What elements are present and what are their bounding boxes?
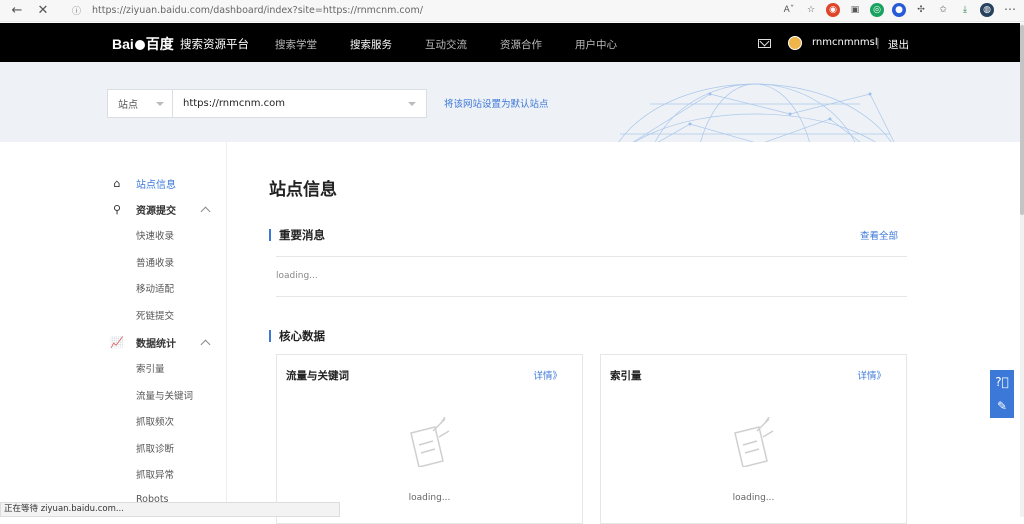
info-icon[interactable]: ⓘ	[72, 4, 86, 17]
sidebar-group-submit[interactable]: ⚲ 资源提交	[108, 202, 176, 217]
chevron-up-icon[interactable]	[200, 206, 211, 217]
extension-weibo-icon[interactable]: ◉	[826, 3, 840, 17]
card-index-volume: 索引量 详情》 loading...	[600, 354, 907, 524]
help-question-icon[interactable]: ?⃝	[990, 370, 1014, 394]
sidebar-item-crawl-frequency[interactable]: 抓取频次	[136, 414, 174, 428]
feedback-edit-icon[interactable]: ✎	[990, 394, 1014, 418]
logout-link[interactable]: 退出	[888, 37, 909, 52]
sidebar-item-index-volume[interactable]: 索引量	[136, 361, 165, 375]
sidebar-item-dead-link[interactable]: 死链提交	[136, 308, 174, 322]
nav-item-2[interactable]: 互动交流	[425, 37, 467, 52]
nav-item-0[interactable]: 搜索学堂	[275, 37, 317, 52]
divider	[276, 296, 907, 297]
globe-decoration	[618, 83, 895, 142]
details-link[interactable]: 详情》	[857, 368, 886, 382]
extension-green-icon[interactable]: ◎	[870, 3, 884, 17]
home-icon: ⌂	[113, 177, 121, 190]
stop-loading-icon[interactable]: ✕	[32, 2, 54, 20]
site-selector-strip: 站点 https://rnmcnm.com 将该网站设置为默认站点	[0, 62, 1020, 142]
sidebar-group-stats[interactable]: 📈 数据统计	[108, 335, 176, 350]
read-aloud-icon[interactable]: Aˇ	[782, 3, 796, 17]
profile-avatar-icon[interactable]: ◍	[980, 3, 994, 17]
sidebar-item-site-info[interactable]: ⌂ 站点信息	[108, 176, 177, 191]
view-all-link[interactable]: 查看全部	[860, 228, 898, 242]
details-link[interactable]: 详情》	[533, 368, 562, 382]
page-scrollbar[interactable]	[1020, 23, 1024, 517]
site-type-dropdown[interactable]: 站点	[108, 90, 173, 117]
floating-tools: ?⃝ ✎	[990, 370, 1014, 418]
card-traffic-keywords: 流量与关键词 详情》 loading...	[276, 354, 583, 524]
favorite-star-icon[interactable]: ☆	[804, 3, 818, 17]
empty-document-icon	[734, 417, 774, 467]
extension-blue-icon[interactable]: ●	[892, 3, 906, 17]
sidebar-item-normal-index[interactable]: 普通收录	[136, 255, 174, 269]
divider	[276, 256, 907, 257]
extension-copy-icon[interactable]: ▣	[848, 3, 862, 17]
back-icon[interactable]: ←	[6, 2, 28, 20]
nav-item-4[interactable]: 用户中心	[575, 37, 617, 52]
sidebar-item-mobile-adapt[interactable]: 移动适配	[136, 281, 174, 295]
mail-icon[interactable]	[758, 39, 771, 48]
chevron-up-icon[interactable]	[200, 339, 211, 350]
empty-document-icon	[410, 417, 450, 467]
section-important-news: 重要消息	[269, 227, 325, 243]
site-select[interactable]: 站点 https://rnmcnm.com	[107, 89, 427, 118]
top-navigation: Bai 百度 搜索资源平台 搜索学堂 搜索服务 互动交流 资源合作 用户中心 rnmcnm…	[0, 23, 1020, 62]
nav-separator: |	[876, 36, 880, 49]
download-icon[interactable]: ⤓	[958, 3, 972, 17]
nav-menu: 搜索学堂 搜索服务 互动交流 资源合作 用户中心	[275, 37, 650, 52]
card-loading: loading...	[732, 493, 775, 503]
news-loading: loading...	[276, 271, 318, 281]
sidebar-item-crawl-diagnosis[interactable]: 抓取诊断	[136, 441, 174, 455]
paperclip-icon: ⚲	[112, 203, 122, 216]
sidebar: ⌂ 站点信息 ⚲ 资源提交 快速收录 普通收录 移动适配 死链提交 📈 数据统计…	[0, 142, 227, 517]
browser-status-bar: 正在等待 ziyuan.baidu.com...	[0, 502, 340, 517]
more-menu-icon[interactable]: ⋯	[1004, 2, 1016, 16]
username[interactable]: rnmcnmnmsl	[812, 37, 878, 48]
site-url-dropdown[interactable]: https://rnmcnm.com	[173, 90, 426, 117]
sidebar-group-label: 数据统计	[136, 339, 176, 350]
address-bar[interactable]: ⓘ https://ziyuan.baidu.com/dashboard/ind…	[72, 1, 792, 19]
extensions-row: Aˇ ☆ ◉ ▣ ◎ ● ✣ ✩ ⤓ ◍	[782, 0, 994, 20]
sidebar-item-crawl-errors[interactable]: 抓取异常	[136, 467, 174, 481]
extensions-puzzle-icon[interactable]: ✣	[914, 3, 928, 17]
sidebar-group-label: 资源提交	[136, 206, 176, 217]
browser-toolbar: ← ✕ ⓘ https://ziyuan.baidu.com/dashboard…	[0, 0, 1024, 22]
platform-brand[interactable]: 搜索资源平台	[180, 36, 249, 52]
scrollbar-thumb[interactable]	[1020, 25, 1024, 215]
sidebar-item-traffic-keywords[interactable]: 流量与关键词	[136, 388, 193, 402]
sidebar-item-fast-index[interactable]: 快速收录	[136, 228, 174, 242]
page-title: 站点信息	[269, 180, 337, 200]
url-text: https://ziyuan.baidu.com/dashboard/index…	[92, 4, 423, 16]
set-default-site-link[interactable]: 将该网站设置为默认站点	[444, 96, 549, 110]
card-title: 流量与关键词	[286, 370, 349, 382]
chart-icon: 📈	[110, 336, 124, 349]
avatar[interactable]	[788, 36, 802, 50]
section-core-data: 核心数据	[269, 328, 325, 344]
baidu-logo[interactable]: Bai 百度	[112, 34, 174, 54]
card-title: 索引量	[610, 370, 642, 382]
nav-item-1[interactable]: 搜索服务	[350, 37, 392, 52]
favorites-icon[interactable]: ✩	[936, 3, 950, 17]
nav-item-3[interactable]: 资源合作	[500, 37, 542, 52]
sidebar-item-label: 站点信息	[136, 180, 176, 191]
